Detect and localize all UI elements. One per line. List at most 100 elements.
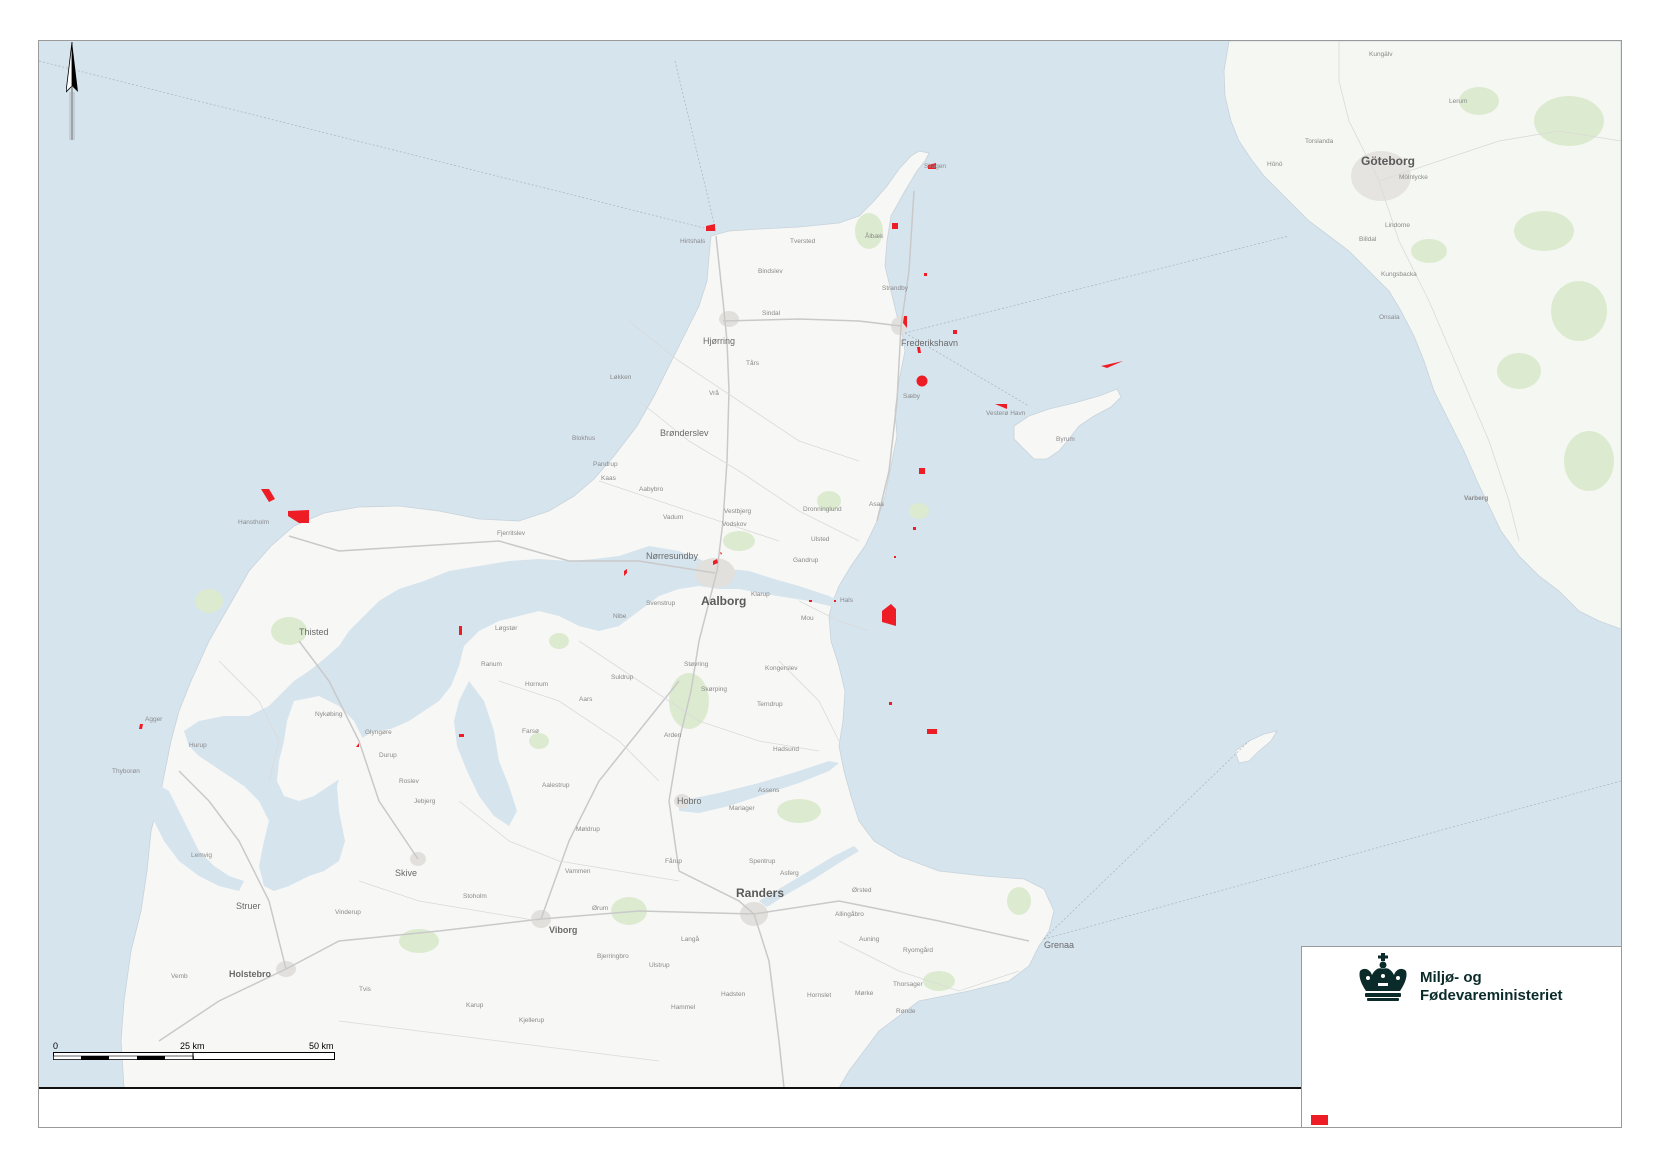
label-hobro: Hobro xyxy=(677,796,702,806)
label-tars: Tårs xyxy=(746,359,760,367)
label-dronninglund: Dronninglund xyxy=(803,506,842,513)
label-thorsager: Thorsager xyxy=(893,981,923,988)
label-glyngore: Glyngøre xyxy=(365,729,392,736)
label-ulsted: Ulsted xyxy=(811,536,830,543)
label-auning: Auning xyxy=(859,936,880,943)
label-vemb: Vemb xyxy=(171,973,188,980)
label-morke: Mørke xyxy=(855,990,874,997)
label-thyboron: Thyborøn xyxy=(112,768,140,775)
label-randers: Randers xyxy=(736,886,784,900)
legend-panel: Miljø- og Fødevareministeriet xyxy=(1301,946,1621,1127)
label-byrum: Byrum xyxy=(1056,436,1075,443)
label-vestbjerg: Vestbjerg xyxy=(724,508,751,515)
label-roslev: Roslev xyxy=(399,778,420,785)
marker-lund xyxy=(889,702,892,705)
label-aars: Aars xyxy=(579,696,593,703)
label-kungsbacka: Kungsbacka xyxy=(1381,271,1417,278)
marker-aalbaek xyxy=(892,223,898,229)
label-goteborg: Göteborg xyxy=(1361,154,1415,168)
label-farup: Fårup xyxy=(665,857,682,865)
marker-hals-2 xyxy=(809,600,812,602)
label-nibe: Nibe xyxy=(613,613,627,620)
label-farso: Farsø xyxy=(522,728,539,735)
label-tvis: Tvis xyxy=(359,986,372,993)
ministry-name-line2: Fødevareministeriet xyxy=(1420,987,1563,1004)
label-agger: Agger xyxy=(145,716,163,723)
label-asferg: Asferg xyxy=(780,870,799,877)
label-tversted: Tversted xyxy=(790,238,816,245)
label-hadsund: Hadsund xyxy=(773,746,799,753)
label-strandby: Strandby xyxy=(882,285,909,292)
label-hanstholm: Hanstholm xyxy=(238,519,269,526)
crown-icon xyxy=(1356,953,1410,1006)
label-skive: Skive xyxy=(395,868,417,878)
label-vestero-havn: Vesterø Havn xyxy=(986,410,1026,417)
label-asaa: Asaa xyxy=(869,501,884,508)
label-bindslev: Bindslev xyxy=(758,268,783,275)
label-aalbaek: Ålbæk xyxy=(865,231,884,240)
label-durup: Durup xyxy=(379,752,397,759)
marker-strandby xyxy=(924,273,927,276)
label-skorping: Skørping xyxy=(701,686,727,693)
label-ryomgard: Ryomgård xyxy=(903,946,933,954)
label-allingabro: Allingåbro xyxy=(835,910,864,918)
label-fjerritslev: Fjerritslev xyxy=(497,530,526,537)
bottom-rule xyxy=(39,1087,1301,1089)
label-struer: Struer xyxy=(236,901,261,911)
label-spentrup: Spentrup xyxy=(749,858,776,865)
label-hammel: Hammel xyxy=(671,1004,696,1011)
label-vinderup: Vinderup xyxy=(335,909,361,916)
label-hals: Hals xyxy=(840,597,854,604)
label-gandrup: Gandrup xyxy=(793,557,819,564)
label-vammen: Vammen xyxy=(565,868,591,875)
label-varberg: Varberg xyxy=(1464,495,1488,502)
label-saeby: Sæby xyxy=(903,393,921,400)
marker-hou-south xyxy=(894,556,896,558)
label-ronde: Rønde xyxy=(896,1008,916,1015)
marker-frederikshavn-east xyxy=(953,330,957,334)
ministry-name: Miljø- og Fødevareministeriet xyxy=(1420,969,1563,1005)
map-canvas[interactable]: Aalborg Randers Viborg Holstebro Götebor… xyxy=(39,41,1621,1088)
label-molnlycke: Mölnlycke xyxy=(1399,174,1428,181)
label-suldrup: Suldrup xyxy=(611,674,634,681)
label-nykobing: Nykøbing xyxy=(315,711,343,718)
label-torslanda: Torslanda xyxy=(1305,138,1334,145)
label-hjorring: Hjørring xyxy=(703,336,735,346)
label-bjerringbro: Bjerringbro xyxy=(597,953,629,960)
label-orsted: Ørsted xyxy=(852,887,872,894)
label-viborg: Viborg xyxy=(549,925,577,935)
label-holstebro: Holstebro xyxy=(229,969,272,979)
label-kjellerup: Kjellerup xyxy=(519,1017,545,1024)
label-langa: Langå xyxy=(681,935,699,943)
marker-hadsund-east xyxy=(927,729,937,734)
scale-label-mid: 25 km xyxy=(180,1041,205,1051)
marker-hals-1 xyxy=(834,600,836,602)
marker-salling xyxy=(459,734,464,737)
label-skagen: Skagen xyxy=(924,163,946,170)
label-mariager: Mariager xyxy=(729,805,755,812)
label-thisted: Thisted xyxy=(299,627,329,637)
label-sindal: Sindal xyxy=(762,310,781,317)
label-billdal: Billdal xyxy=(1359,236,1377,243)
label-orum: Ørum xyxy=(592,905,608,912)
marker-logstor xyxy=(459,626,462,635)
north-arrow-icon xyxy=(65,41,78,147)
label-karup: Karup xyxy=(466,1002,484,1009)
label-aalestrup: Aalestrup xyxy=(542,782,570,789)
label-grenaa: Grenaa xyxy=(1044,940,1074,950)
marker-saeby-circle xyxy=(916,375,928,387)
label-aabybro: Aabybro xyxy=(639,486,664,493)
label-kaas: Kaas xyxy=(601,475,617,482)
label-logstor: Løgstør xyxy=(495,625,518,632)
label-hadsten: Hadsten xyxy=(721,991,746,998)
label-onsala: Onsala xyxy=(1379,314,1400,321)
label-hono: Hönö xyxy=(1267,161,1283,168)
label-terndrup: Terndrup xyxy=(757,701,783,708)
label-ranum: Ranum xyxy=(481,661,502,668)
label-hurup: Hurup xyxy=(189,742,207,749)
label-bronderslev: Brønderslev xyxy=(660,428,709,438)
marker-hou xyxy=(913,527,916,530)
label-klarup: Klarup xyxy=(751,591,770,598)
marker-asaa xyxy=(919,468,925,474)
label-assens: Assens xyxy=(758,787,780,794)
